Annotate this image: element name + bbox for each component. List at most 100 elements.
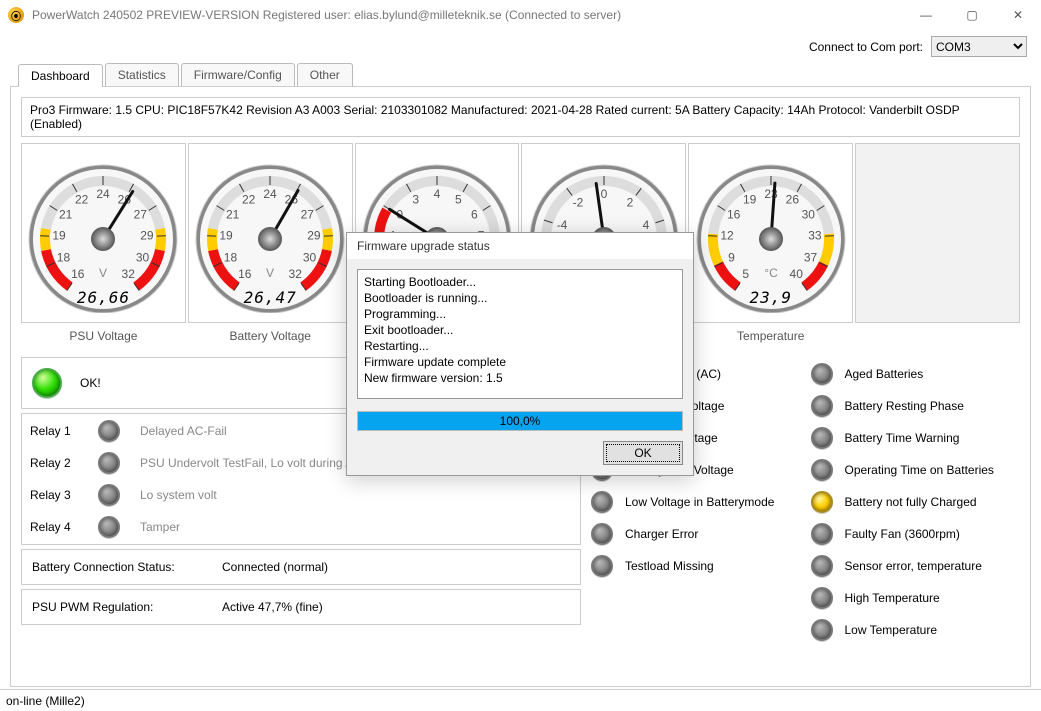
status-led-icon — [32, 368, 62, 398]
svg-text:29: 29 — [141, 229, 155, 243]
tab-dashboard[interactable]: Dashboard — [18, 64, 103, 87]
statusbar-text: on-line (Mille2) — [6, 694, 85, 708]
progress-text: 100,0% — [358, 412, 682, 430]
svg-text:V: V — [266, 266, 274, 280]
fault-text: Sensor error, temperature — [845, 559, 982, 573]
fault-led-icon — [811, 523, 833, 545]
fault-led-icon — [811, 459, 833, 481]
window-title: PowerWatch 240502 PREVIEW-VERSION Regist… — [32, 8, 903, 22]
svg-text:40: 40 — [789, 267, 803, 281]
svg-text:19: 19 — [220, 229, 234, 243]
fault-text: Faulty Fan (3600rpm) — [845, 527, 960, 541]
gauge-temperature: 59121619232630333740 °C 23,9 — [688, 143, 853, 323]
svg-text:19: 19 — [743, 193, 757, 207]
gauge-label: Battery Voltage — [188, 323, 353, 349]
kv-label: PSU PWM Regulation: — [32, 600, 202, 614]
relay-label: Relay 2 — [30, 456, 78, 470]
connect-label: Connect to Com port: — [809, 40, 923, 54]
titlebar: ⦿ PowerWatch 240502 PREVIEW-VERSION Regi… — [0, 0, 1041, 30]
tab-other[interactable]: Other — [297, 63, 353, 86]
fault-led-icon — [811, 555, 833, 577]
fault-item: Testload Missing — [591, 555, 801, 577]
svg-text:4: 4 — [434, 187, 441, 201]
fault-item: Low Voltage in Batterymode — [591, 491, 801, 513]
status-ok-text: OK! — [80, 376, 101, 390]
close-button[interactable]: ✕ — [995, 0, 1041, 30]
svg-text:30: 30 — [303, 250, 317, 264]
relay-led-icon — [98, 484, 120, 506]
fault-item: Low Temperature — [811, 619, 1021, 641]
com-port-select[interactable]: COM3 — [931, 36, 1027, 57]
relay-label: Relay 3 — [30, 488, 78, 502]
relay-label: Relay 4 — [30, 520, 78, 534]
svg-text:V: V — [99, 266, 107, 280]
svg-text:16: 16 — [727, 208, 741, 222]
gauge-value: 23,9 — [691, 288, 851, 307]
svg-text:22: 22 — [242, 193, 256, 207]
tab-firmware-config[interactable]: Firmware/Config — [181, 63, 295, 86]
firmware-upgrade-dialog: Firmware upgrade status Starting Bootloa… — [346, 232, 694, 476]
svg-text:19: 19 — [53, 229, 67, 243]
relay-text: Tamper — [140, 520, 180, 534]
relay-led-icon — [98, 516, 120, 538]
gauge-label — [855, 323, 1020, 335]
svg-text:30: 30 — [801, 208, 815, 222]
svg-text:12: 12 — [720, 229, 734, 243]
fault-led-icon — [811, 619, 833, 641]
fault-led-icon — [591, 523, 613, 545]
relay-row: Relay 3 Lo system volt — [30, 484, 572, 506]
svg-text:18: 18 — [224, 250, 238, 264]
dialog-title: Firmware upgrade status — [347, 233, 693, 259]
gauge-battery-voltage: 1618192122242627293032 V 26,47 — [188, 143, 353, 323]
relay-label: Relay 1 — [30, 424, 78, 438]
gauge-label: PSU Voltage — [21, 323, 186, 349]
fault-led-icon — [811, 587, 833, 609]
ok-button[interactable]: OK — [603, 441, 683, 465]
fault-text: Testload Missing — [625, 559, 714, 573]
relay-led-icon — [98, 420, 120, 442]
kv-value: Connected (normal) — [222, 560, 328, 574]
fault-led-icon — [811, 491, 833, 513]
svg-text:24: 24 — [264, 187, 278, 201]
svg-text:2: 2 — [627, 196, 634, 210]
svg-text:-2: -2 — [573, 196, 584, 210]
svg-text:9: 9 — [728, 250, 735, 264]
svg-text:37: 37 — [804, 250, 818, 264]
fault-text: Low Temperature — [845, 623, 938, 637]
svg-text:32: 32 — [289, 267, 303, 281]
svg-text:21: 21 — [59, 208, 73, 222]
fault-text: Charger Error — [625, 527, 698, 541]
svg-text:3: 3 — [412, 193, 419, 207]
svg-text:30: 30 — [136, 250, 150, 264]
statusbar: on-line (Mille2) — [0, 689, 1041, 711]
gauge-value: 26,47 — [190, 288, 350, 307]
fault-item: Battery Time Warning — [811, 427, 1021, 449]
svg-text:33: 33 — [808, 229, 822, 243]
tab-statistics[interactable]: Statistics — [105, 63, 179, 86]
fault-list-right: Aged Batteries Battery Resting Phase Batte… — [811, 357, 1021, 647]
fault-text: High Temperature — [845, 591, 940, 605]
svg-text:5: 5 — [742, 267, 749, 281]
fault-text: Battery Time Warning — [845, 431, 960, 445]
battery-connection-panel: Battery Connection Status: Connected (no… — [21, 549, 581, 585]
fault-text: Battery Resting Phase — [845, 399, 964, 413]
maximize-button[interactable]: ▢ — [949, 0, 995, 30]
fault-text: Low Voltage in Batterymode — [625, 495, 774, 509]
progress-bar: 100,0% — [357, 411, 683, 431]
fault-item: High Temperature — [811, 587, 1021, 609]
svg-text:24: 24 — [97, 187, 111, 201]
fault-item: Sensor error, temperature — [811, 555, 1021, 577]
svg-text:21: 21 — [226, 208, 240, 222]
svg-text:5: 5 — [455, 193, 462, 207]
fault-text: Operating Time on Batteries — [845, 463, 994, 477]
fault-led-icon — [811, 427, 833, 449]
minimize-button[interactable]: — — [903, 0, 949, 30]
svg-text:16: 16 — [238, 267, 252, 281]
svg-text:26: 26 — [785, 193, 799, 207]
app-icon: ⦿ — [8, 7, 24, 23]
fault-text: Aged Batteries — [845, 367, 924, 381]
svg-text:18: 18 — [57, 250, 71, 264]
fault-item: Charger Error — [591, 523, 801, 545]
fault-item: Operating Time on Batteries — [811, 459, 1021, 481]
firmware-log: Starting Bootloader... Bootloader is run… — [357, 269, 683, 399]
